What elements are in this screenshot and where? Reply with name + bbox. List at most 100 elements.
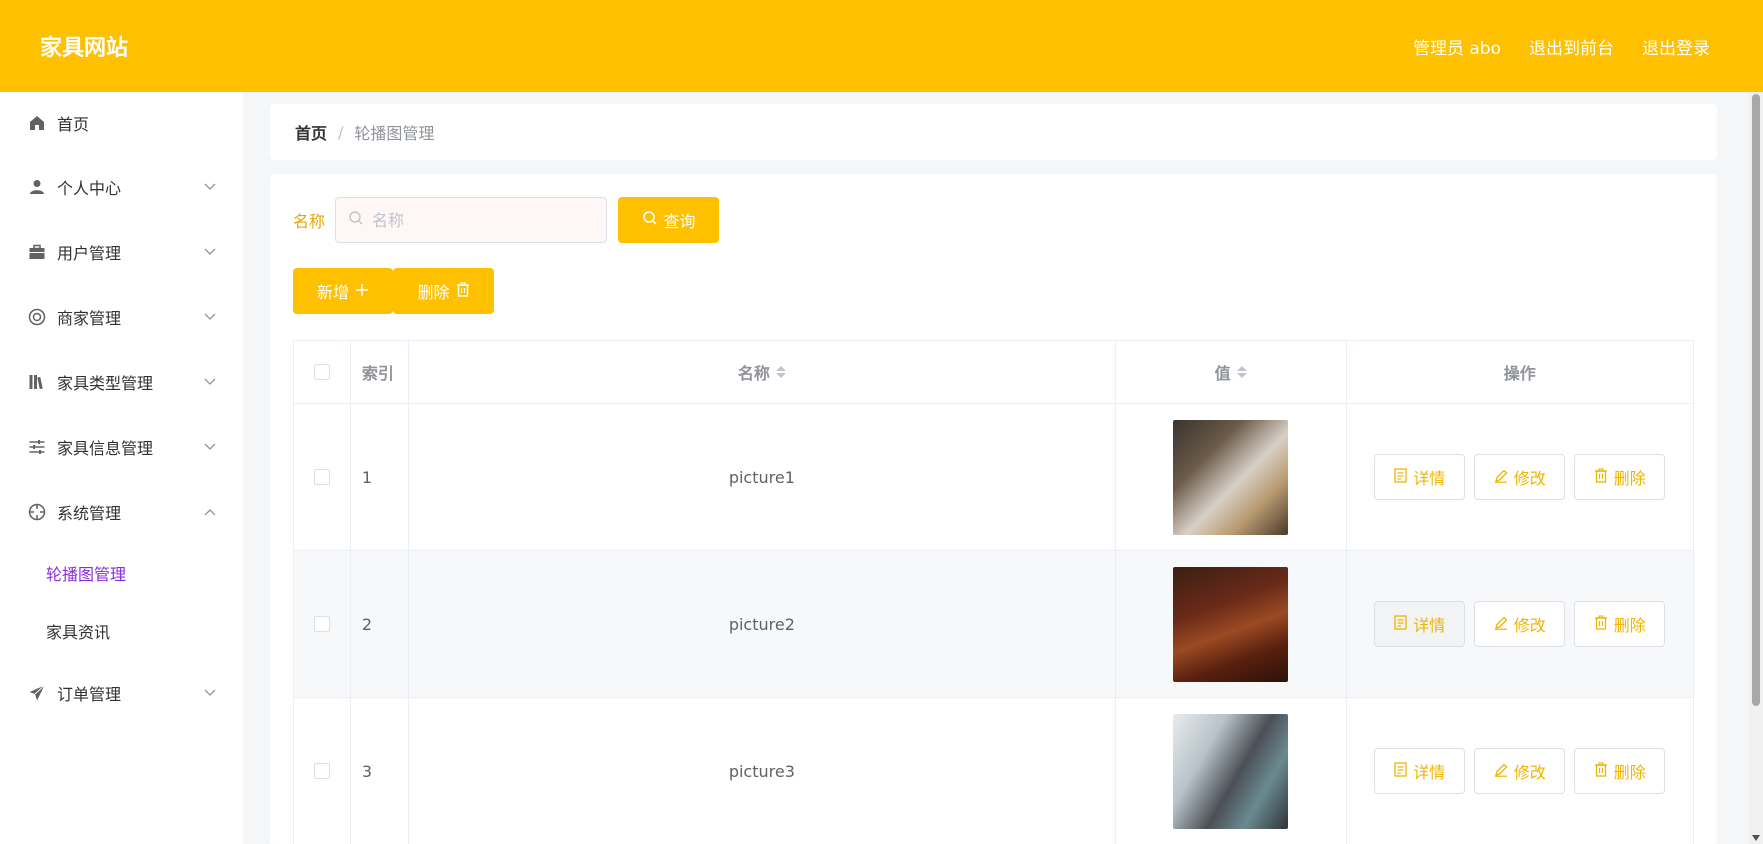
header-select-cell xyxy=(294,341,351,403)
breadcrumb: 首页 / 轮播图管理 xyxy=(270,104,1717,160)
row-index: 1 xyxy=(351,404,409,550)
sidebar-item-personal-center[interactable]: 个人中心 xyxy=(0,154,243,219)
sidebar-item-label: 商家管理 xyxy=(57,308,122,328)
delete-button[interactable]: 删除 xyxy=(1574,748,1666,794)
scroll-down-icon[interactable] xyxy=(1752,835,1760,841)
delete-button[interactable]: 删除 xyxy=(1574,601,1666,647)
row-checkbox[interactable] xyxy=(313,763,330,779)
detail-button-label: 详情 xyxy=(1413,616,1446,635)
lifebuoy-icon xyxy=(27,307,47,327)
row-select-cell xyxy=(294,698,351,844)
row-name: picture1 xyxy=(409,404,1116,550)
carousel-table: 索引 名称 值 操作 1 picture1 详情 修改 删除 2 picture… xyxy=(293,340,1694,844)
trash-icon xyxy=(1594,467,1608,487)
briefcase-icon xyxy=(27,242,47,262)
search-icon xyxy=(348,210,364,230)
trash-icon xyxy=(1594,761,1608,781)
sidebar-item-order-management[interactable]: 订单管理 xyxy=(0,660,243,725)
sidebar-item-furniture-info-management[interactable]: 家具信息管理 xyxy=(0,414,243,479)
sliders-icon xyxy=(27,437,47,457)
delete-button-label: 删除 xyxy=(1613,763,1646,782)
header-name[interactable]: 名称 xyxy=(409,341,1116,403)
sort-icon[interactable] xyxy=(775,366,786,378)
row-ops: 详情 修改 删除 xyxy=(1347,404,1694,550)
scrollbar-thumb[interactable] xyxy=(1752,94,1760,706)
document-icon xyxy=(1394,614,1407,634)
sidebar-item-system-management[interactable]: 系统管理 xyxy=(0,479,243,544)
home-icon xyxy=(27,113,47,133)
detail-button-label: 详情 xyxy=(1413,469,1446,488)
sidebar-subitem-carousel-management[interactable]: 轮播图管理 xyxy=(0,544,243,602)
sidebar: 首页 个人中心 用户管理 商家管理 家具类型管理 家具信息管理 系统管理 轮播图… xyxy=(0,92,243,844)
table-row: 3 picture3 详情 修改 删除 xyxy=(294,698,1693,844)
plus-icon xyxy=(355,282,369,301)
sidebar-subitem-furniture-news[interactable]: 家具资讯 xyxy=(0,602,243,660)
query-button-label: 查询 xyxy=(663,212,696,231)
carousel-image[interactable] xyxy=(1173,419,1289,535)
exit-to-front-link[interactable]: 退出到前台 xyxy=(1529,34,1614,59)
batch-delete-button[interactable]: 删除 xyxy=(393,268,494,314)
row-checkbox[interactable] xyxy=(313,469,330,485)
row-value xyxy=(1116,404,1347,550)
chevron-down-icon xyxy=(203,245,217,259)
trash-icon xyxy=(456,281,470,301)
add-button-label: 新增 xyxy=(316,283,349,302)
header-ops: 操作 xyxy=(1503,364,1536,383)
chevron-down-icon xyxy=(203,686,217,700)
row-index: 3 xyxy=(351,698,409,844)
detail-button[interactable]: 详情 xyxy=(1374,601,1466,647)
row-select-cell xyxy=(294,551,351,697)
page-scrollbar[interactable] xyxy=(1749,92,1763,844)
header-value-label: 值 xyxy=(1214,364,1231,383)
sidebar-item-label: 用户管理 xyxy=(57,243,122,263)
edit-button-label: 修改 xyxy=(1513,616,1546,635)
brand-title: 家具网站 xyxy=(40,36,129,61)
chevron-up-icon xyxy=(203,505,217,519)
search-row: 名称 查询 xyxy=(293,197,720,243)
sidebar-item-home[interactable]: 首页 xyxy=(0,92,243,154)
books-icon xyxy=(27,372,47,392)
crosshair-icon xyxy=(27,502,47,522)
logout-link[interactable]: 退出登录 xyxy=(1642,34,1710,59)
sidebar-item-label: 订单管理 xyxy=(57,684,122,704)
edit-icon xyxy=(1494,762,1508,781)
breadcrumb-separator: / xyxy=(338,122,344,142)
detail-button[interactable]: 详情 xyxy=(1374,748,1466,794)
row-checkbox[interactable] xyxy=(313,616,330,632)
edit-button[interactable]: 修改 xyxy=(1474,454,1566,500)
row-value xyxy=(1116,551,1347,697)
add-button[interactable]: 新增 xyxy=(293,268,393,314)
sort-icon[interactable] xyxy=(1236,366,1247,378)
admin-user-link[interactable]: 管理员 abo xyxy=(1413,34,1501,59)
edit-button-label: 修改 xyxy=(1513,469,1546,488)
sidebar-item-label: 首页 xyxy=(57,115,90,134)
table-header-row: 索引 名称 值 操作 xyxy=(294,341,1693,404)
header-name-label: 名称 xyxy=(737,364,770,383)
edit-button[interactable]: 修改 xyxy=(1474,748,1566,794)
breadcrumb-home[interactable]: 首页 xyxy=(295,120,327,144)
edit-button[interactable]: 修改 xyxy=(1474,601,1566,647)
sidebar-item-furniture-type-management[interactable]: 家具类型管理 xyxy=(0,349,243,414)
detail-button[interactable]: 详情 xyxy=(1374,454,1466,500)
breadcrumb-current: 轮播图管理 xyxy=(354,124,435,143)
sidebar-item-label: 家具信息管理 xyxy=(57,438,154,458)
trash-icon xyxy=(1594,614,1608,634)
delete-button[interactable]: 删除 xyxy=(1574,454,1666,500)
search-input[interactable] xyxy=(372,210,593,230)
query-button[interactable]: 查询 xyxy=(618,197,720,243)
search-icon xyxy=(642,210,658,230)
action-row: 新增 删除 xyxy=(293,268,494,314)
row-ops: 详情 修改 删除 xyxy=(1347,698,1694,844)
chevron-down-icon xyxy=(203,440,217,454)
sidebar-item-user-management[interactable]: 用户管理 xyxy=(0,219,243,284)
carousel-image[interactable] xyxy=(1173,566,1289,682)
sidebar-item-merchant-management[interactable]: 商家管理 xyxy=(0,284,243,349)
chevron-down-icon xyxy=(203,375,217,389)
header-index: 索引 xyxy=(351,341,409,403)
carousel-image[interactable] xyxy=(1173,713,1289,829)
row-value xyxy=(1116,698,1347,844)
header-value[interactable]: 值 xyxy=(1116,341,1347,403)
select-all-checkbox[interactable] xyxy=(313,364,330,380)
table-row: 2 picture2 详情 修改 删除 xyxy=(294,551,1693,698)
user-icon xyxy=(27,177,47,197)
